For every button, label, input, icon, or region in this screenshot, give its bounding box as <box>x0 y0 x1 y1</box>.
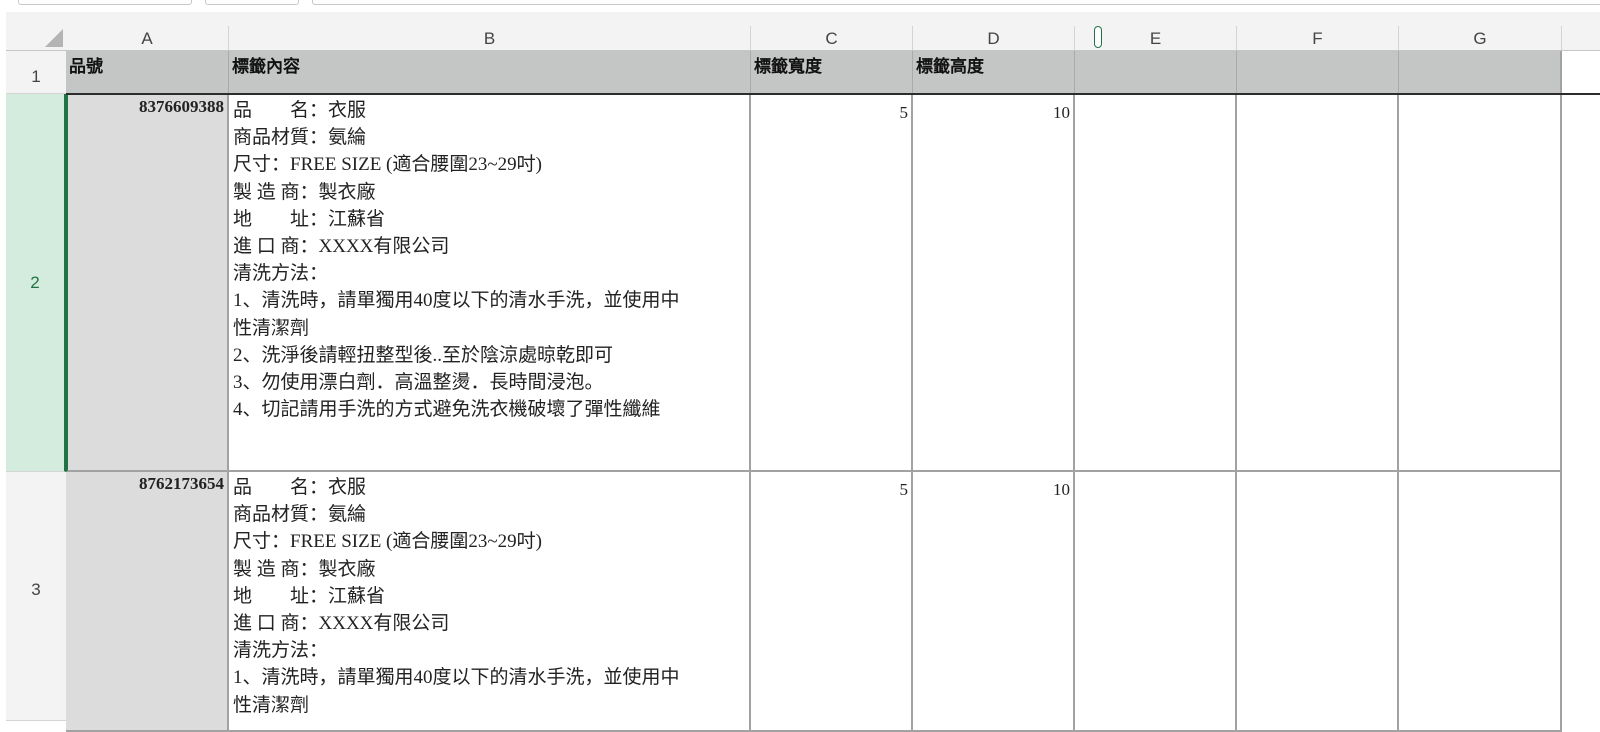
label-line: 清洗方法： <box>233 640 329 662</box>
label-line: 2、洗淨後請輕扭整型後..至於陰涼處晾乾即可 <box>233 344 614 366</box>
label-line: 性清潔劑 <box>233 694 310 716</box>
label-line: 地 址：江蘇省 <box>233 208 386 230</box>
cell-d2-label-height[interactable]: 10 <box>913 95 1075 472</box>
column-resize-handle[interactable] <box>1094 26 1102 48</box>
header-cell-f1[interactable] <box>1237 51 1399 94</box>
cell-f2[interactable] <box>1237 95 1399 472</box>
name-box[interactable] <box>18 0 192 5</box>
cell-g2[interactable] <box>1399 95 1562 472</box>
cell-e2[interactable] <box>1075 95 1237 472</box>
cell-f3[interactable] <box>1237 472 1399 732</box>
label-line: 進 口 商：XXXX有限公司 <box>233 613 450 635</box>
row-header-3[interactable]: 3 <box>6 472 66 721</box>
label-line: 清洗方法： <box>233 263 329 285</box>
column-header-b[interactable]: B <box>229 26 751 50</box>
label-line: 品 名：衣服 <box>233 477 367 498</box>
toolbar-strip <box>0 0 1600 10</box>
header-cell-label-content[interactable]: 標籤內容 <box>229 51 751 94</box>
label-line: 商品材質：氨綸 <box>233 504 367 526</box>
column-header-a[interactable]: A <box>66 26 229 50</box>
header-cell-item-number[interactable]: 品號 <box>66 51 229 94</box>
cell-b2-label-content[interactable]: 品 名：衣服 商品材質：氨綸 尺寸：FREE SIZE (適合腰圍23~29吋)… <box>229 95 751 472</box>
select-all-triangle-icon <box>45 29 63 47</box>
cell-c2-label-width[interactable]: 5 <box>751 95 913 472</box>
header-cell-label-height[interactable]: 標籤高度 <box>913 51 1075 94</box>
column-header-d[interactable]: D <box>913 26 1075 50</box>
column-header-g[interactable]: G <box>1399 26 1562 50</box>
label-line: 尺寸：FREE SIZE (適合腰圍23~29吋) <box>233 154 542 176</box>
column-header-c[interactable]: C <box>751 26 913 50</box>
formula-controls[interactable] <box>205 0 299 5</box>
formula-bar[interactable] <box>312 0 1600 5</box>
row-header-3-label: 3 <box>31 580 41 599</box>
header-cell-label-width[interactable]: 標籤寬度 <box>751 51 913 94</box>
label-line: 性清潔劑 <box>233 317 310 339</box>
label-line: 1、清洗時，請單獨用40度以下的清水手洗，並使用中 <box>233 667 680 689</box>
cell-b3-label-content[interactable]: 品 名：衣服 商品材質：氨綸 尺寸：FREE SIZE (適合腰圍23~29吋)… <box>229 472 751 732</box>
label-line: 1、清洗時，請單獨用40度以下的清水手洗，並使用中 <box>233 290 680 312</box>
label-line: 製 造 商：製衣廠 <box>233 181 376 203</box>
label-line: 製 造 商：製衣廠 <box>233 558 376 580</box>
row-header-2[interactable]: 2 <box>6 94 66 472</box>
spreadsheet-grid: A B C D E F G 1 2 3 品號 標籤內容 標籤寬度 標籤高度 83… <box>0 0 1600 732</box>
cell-a3-item-number[interactable]: 8762173654 <box>66 472 229 732</box>
cell-e3[interactable] <box>1075 472 1237 732</box>
row-header-1[interactable]: 1 <box>6 51 66 94</box>
label-line: 進 口 商：XXXX有限公司 <box>233 236 450 258</box>
label-line: 商品材質：氨綸 <box>233 127 367 149</box>
cell-g3[interactable] <box>1399 472 1562 732</box>
header-cell-g1[interactable] <box>1399 51 1562 94</box>
label-line: 地 址：江蘇省 <box>233 585 386 607</box>
label-line: 尺寸：FREE SIZE (適合腰圍23~29吋) <box>233 531 542 553</box>
column-header-f[interactable]: F <box>1237 26 1399 50</box>
select-all-corner[interactable] <box>6 12 67 51</box>
label-line: 品 名：衣服 <box>233 100 367 121</box>
cell-d3-label-height[interactable]: 10 <box>913 472 1075 732</box>
label-line: 4、切記請用手洗的方式避免洗衣機破壞了彈性纖維 <box>233 399 661 421</box>
label-line: 3、勿使用漂白劑．高溫整燙．長時間浸泡。 <box>233 372 604 394</box>
cell-a2-item-number[interactable]: 8376609388 <box>66 95 229 472</box>
header-cell-e1[interactable] <box>1075 51 1237 94</box>
cell-c3-label-width[interactable]: 5 <box>751 472 913 732</box>
